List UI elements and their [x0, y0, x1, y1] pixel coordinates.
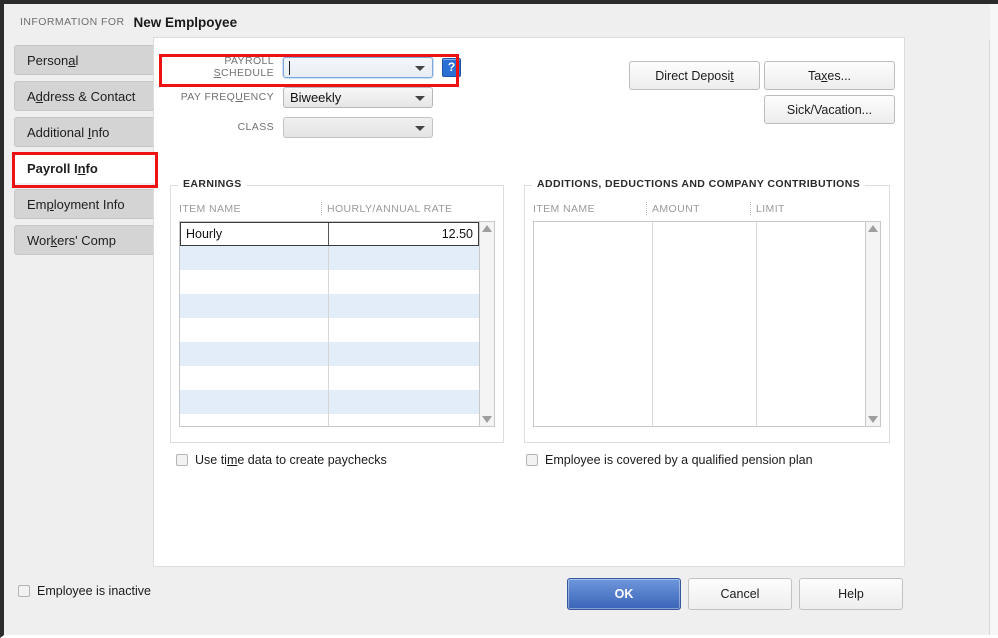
new-employee-dialog: INFORMATION FOR New Emplpoyee Personal A…: [0, 0, 998, 638]
earnings-scrollbar[interactable]: [479, 222, 494, 426]
cell-item-name: [180, 294, 328, 318]
additions-title: ADDITIONS, DEDUCTIONS AND COMPANY CONTRI…: [532, 178, 866, 190]
table-row[interactable]: [180, 270, 479, 294]
earnings-header-row: ITEM NAME HOURLY/ANNUAL RATE: [179, 199, 495, 219]
cell-rate: [328, 294, 479, 318]
class-select[interactable]: [283, 116, 433, 138]
dialog-header: INFORMATION FOR New Emplpoyee: [4, 4, 990, 40]
checkbox-icon[interactable]: [526, 454, 538, 466]
cell-item-name: Hourly: [186, 227, 223, 241]
taxes-button[interactable]: Taxes...: [764, 61, 895, 90]
scroll-up-icon[interactable]: [868, 225, 878, 232]
cell-rate: [328, 270, 479, 294]
sidebar-item-address-contact[interactable]: Address & Contact: [14, 81, 155, 111]
sidebar-item-workers-comp[interactable]: Workers' Comp: [14, 225, 155, 255]
sidebar-item-employment-info[interactable]: Employment Info: [14, 189, 155, 219]
cell-rate: [328, 318, 479, 342]
sick-vacation-button[interactable]: Sick/Vacation...: [764, 95, 895, 124]
sidebar-item-payroll-info[interactable]: Payroll Info: [14, 153, 160, 183]
additions-grid[interactable]: [533, 221, 881, 427]
text-cursor: [289, 60, 290, 75]
cell-rate: 12.50: [328, 223, 478, 245]
cell-rate: [328, 366, 479, 390]
page-title: New Emplpoyee: [133, 14, 238, 30]
column-divider: [756, 222, 757, 426]
table-row[interactable]: [180, 366, 479, 390]
chevron-down-icon: [415, 65, 425, 71]
payroll-schedule-row: PAYROLL SCHEDULE ?: [164, 55, 461, 79]
sidebar-item-additional-info[interactable]: Additional Info: [14, 117, 155, 147]
chevron-down-icon: [415, 95, 425, 101]
cell-rate: [328, 414, 479, 426]
header-kicker: INFORMATION FOR: [20, 16, 125, 28]
window-right-edge: [989, 4, 998, 635]
earnings-grid[interactable]: Hourly 12.50: [179, 221, 495, 427]
column-separator-icon: [646, 202, 648, 215]
chevron-down-icon: [415, 125, 425, 131]
payroll-schedule-label: PAYROLL SCHEDULE: [213, 55, 274, 79]
question-help-icon[interactable]: ?: [442, 57, 461, 77]
cancel-button[interactable]: Cancel: [688, 578, 792, 610]
cell-rate: [328, 342, 479, 366]
payroll-form: PAYROLL SCHEDULE ? PAY FREQUENCY Biweekl…: [164, 55, 461, 146]
pay-frequency-select[interactable]: Biweekly: [283, 86, 433, 108]
class-label: CLASS: [237, 121, 274, 133]
direct-deposit-button[interactable]: Direct Deposit: [629, 61, 760, 90]
payroll-schedule-select[interactable]: [283, 56, 433, 78]
table-row[interactable]: [180, 342, 479, 366]
table-row[interactable]: [180, 294, 479, 318]
additions-grid-body: [534, 222, 865, 426]
table-row[interactable]: [180, 246, 479, 270]
table-row[interactable]: [180, 414, 479, 426]
use-time-data-checkbox[interactable]: Use time data to create paychecks: [176, 453, 387, 467]
cell-item-name: [180, 318, 328, 342]
column-separator-icon: [750, 202, 752, 215]
table-row[interactable]: Hourly 12.50: [180, 222, 479, 246]
checkbox-icon[interactable]: [176, 454, 188, 466]
scroll-down-icon[interactable]: [868, 416, 878, 423]
column-divider: [652, 222, 653, 426]
table-row[interactable]: [180, 390, 479, 414]
additions-col-item-name: ITEM NAME: [533, 203, 595, 215]
cell-item-name: [180, 246, 328, 270]
payroll-info-panel: PAYROLL SCHEDULE ? PAY FREQUENCY Biweekl…: [153, 37, 905, 567]
sidebar-tabs: Personal Address & Contact Additional In…: [14, 45, 160, 261]
cell-item-name: [180, 270, 328, 294]
additions-col-amount: AMOUNT: [646, 199, 756, 219]
earnings-col-item-name: ITEM NAME: [179, 203, 241, 215]
ok-button[interactable]: OK: [567, 578, 681, 610]
additions-group: ADDITIONS, DEDUCTIONS AND COMPANY CONTRI…: [524, 178, 890, 443]
pay-frequency-row: PAY FREQUENCY Biweekly: [164, 86, 461, 108]
pension-plan-checkbox[interactable]: Employee is covered by a qualified pensi…: [526, 453, 813, 467]
help-button[interactable]: Help: [799, 578, 903, 610]
checkbox-icon[interactable]: [18, 585, 30, 597]
cell-item-name: [180, 414, 328, 426]
class-row: CLASS: [164, 116, 461, 138]
additions-header-row: ITEM NAME AMOUNT LIMIT: [533, 199, 881, 219]
sidebar-item-personal[interactable]: Personal: [14, 45, 155, 75]
scroll-down-icon[interactable]: [482, 416, 492, 423]
cell-item-name: [180, 366, 328, 390]
earnings-group: EARNINGS ITEM NAME HOURLY/ANNUAL RATE Ho…: [170, 178, 504, 443]
employee-inactive-label: Employee is inactive: [37, 584, 151, 598]
table-row[interactable]: [180, 318, 479, 342]
additions-col-limit: LIMIT: [750, 199, 881, 219]
column-separator-icon: [321, 202, 323, 215]
earnings-col-rate: HOURLY/ANNUAL RATE: [321, 199, 495, 219]
cell-item-name: [180, 390, 328, 414]
pay-frequency-value: Biweekly: [290, 89, 342, 105]
employee-inactive-checkbox[interactable]: Employee is inactive: [18, 584, 151, 598]
cell-item-name: [180, 342, 328, 366]
earnings-grid-body: Hourly 12.50: [180, 222, 479, 426]
additions-scrollbar[interactable]: [865, 222, 880, 426]
cell-rate: [328, 390, 479, 414]
scroll-up-icon[interactable]: [482, 225, 492, 232]
earnings-title: EARNINGS: [178, 178, 247, 190]
cell-rate: [328, 246, 479, 270]
pay-frequency-label: PAY FREQUENCY: [180, 91, 274, 103]
